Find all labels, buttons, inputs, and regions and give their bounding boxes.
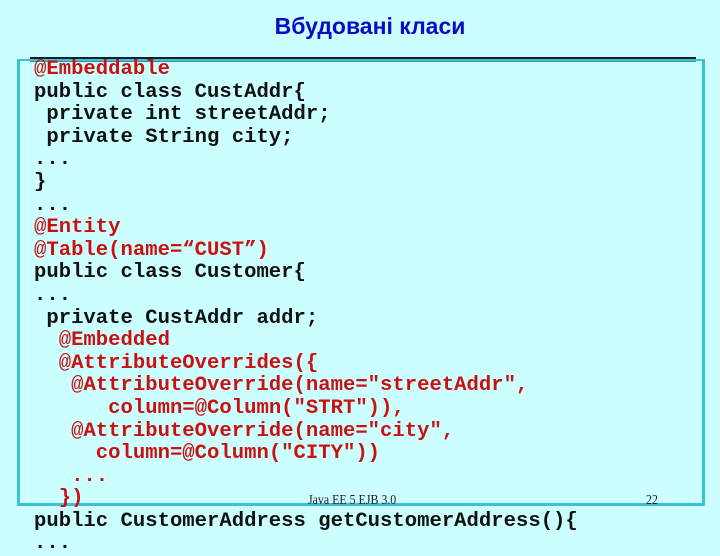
code-listing: @Embeddable public class CustAddr{ privat… [34,58,578,556]
code-text: Table(name=“CUST”) [46,238,269,262]
slide-title: Вбудовані класи [274,13,466,39]
annotation-at-sign: @ [34,238,47,262]
code-line: column=@Column("CITY")) [34,442,578,466]
annotation-at-sign: @ [71,374,84,398]
code-text: public class Customer{ [34,261,306,285]
code-text: column=@Column("CITY")) [95,442,381,466]
code-line: @Embeddable [34,58,578,82]
code-line: @AttributeOverride(name="city", [34,419,578,444]
code-line: private String city; [34,125,578,150]
code-text: ... [34,283,72,307]
code-line: public CustomerAddress getCustomerAddres… [34,509,578,534]
annotation-at-sign: @ [34,58,47,81]
code-text: ... [34,193,72,217]
code-line: }) [34,487,578,511]
code-text: column=@Column("STRT")), [108,396,405,420]
code-line: ... [34,283,578,308]
code-text: private int streetAddr; [46,103,331,127]
code-line: @Entity [34,216,578,240]
code-text: } [34,170,47,194]
code-line: public class CustAddr{ [34,80,578,105]
code-line: column=@Column("STRT")), [34,396,578,421]
code-text: public CustomerAddress getCustomerAddres… [34,509,578,533]
code-text: ... [71,464,109,488]
code-text: }) [58,487,84,511]
code-line: ... [34,193,578,218]
code-text: AttributeOverrides({ [71,351,319,375]
annotation-at-sign: @ [34,216,47,240]
code-line: } [34,170,578,195]
code-line: public class Customer{ [34,262,578,285]
code-line: @AttributeOverride(name="streetAddr", [34,375,578,398]
annotation-at-sign: @ [58,329,72,353]
code-line: @Table(name=“CUST”) [34,238,578,263]
code-line: @Embedded [34,329,578,353]
code-text: Entity [46,216,121,240]
annotation-at-sign: @ [58,351,72,375]
code-text: private String city; [46,125,294,149]
code-text: ... [34,532,72,556]
code-text: ... [34,148,72,172]
code-text: AttributeOverride(name="streetAddr", [83,374,529,398]
slide-number: 22 [646,493,658,508]
code-line: ... [34,464,578,489]
code-text: private CustAddr addr; [46,306,319,330]
code-line: ... [34,533,578,556]
code-line: ... [34,149,578,172]
code-line: private int streetAddr; [34,103,578,127]
code-line: private CustAddr addr; [34,306,578,331]
annotation-at-sign: @ [71,419,84,443]
code-text: AttributeOverride(name="city", [83,419,455,443]
footer-caption: Java EE 5 EJB 3.0 [308,493,397,508]
code-text: public class CustAddr{ [34,80,306,104]
code-text: Embedded [71,329,170,353]
code-text: Embeddable [46,58,170,81]
code-line: @AttributeOverrides({ [34,351,578,376]
